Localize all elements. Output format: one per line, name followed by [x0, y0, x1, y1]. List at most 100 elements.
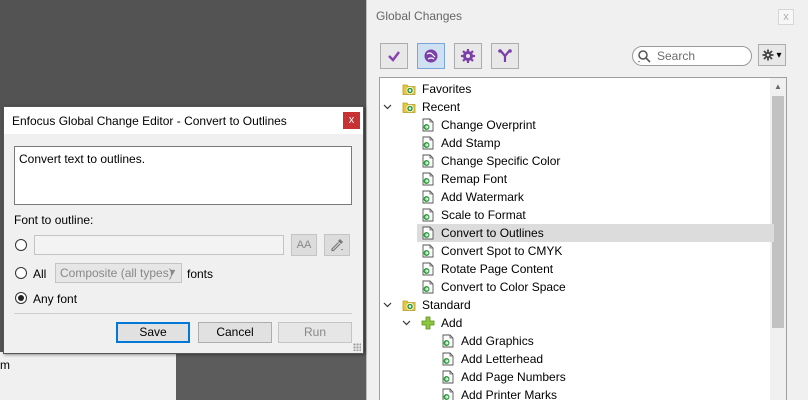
chevron-down-icon[interactable]: [382, 296, 392, 314]
font-type-select-value: Composite (all types): [60, 266, 173, 280]
tree-item[interactable]: Remap Font: [417, 170, 774, 188]
chevron-down-icon: ▼: [168, 267, 177, 277]
resize-grip[interactable]: [353, 343, 361, 351]
chevron-down-icon[interactable]: [382, 98, 392, 116]
action-icon: [421, 262, 435, 276]
tree-item-label: Favorites: [422, 82, 472, 96]
global-changes-panel: Global Changes x ▾ ▲ Favorites Recent Chan…: [366, 0, 808, 400]
merge-filter-button[interactable]: [491, 43, 519, 69]
action-icon: [441, 352, 455, 366]
tree-item[interactable]: Rotate Page Content: [417, 260, 774, 278]
tree-item-label: Add Page Numbers: [461, 370, 566, 384]
action-icon: [421, 208, 435, 222]
tree-item[interactable]: Convert Spot to CMYK: [417, 242, 774, 260]
tree-item[interactable]: Add Stamp: [417, 134, 774, 152]
specific-font-radio[interactable]: [15, 239, 27, 251]
tree-item[interactable]: Recent: [398, 98, 774, 116]
tree-item-label: Change Overprint: [441, 118, 536, 132]
tree-item[interactable]: Standard: [398, 296, 774, 314]
background-area: [176, 352, 366, 400]
checkmark-filter-button[interactable]: [380, 43, 408, 69]
chevron-down-icon[interactable]: [401, 314, 411, 332]
folder-icon: [402, 298, 416, 312]
tree-item-label: Add Letterhead: [461, 352, 544, 366]
tree-item[interactable]: Add Graphics: [437, 332, 774, 350]
background-document: m: [0, 352, 176, 400]
search-icon: [638, 50, 651, 63]
tree-item[interactable]: Add Page Numbers: [437, 368, 774, 386]
global-change-editor-dialog: Enfocus Global Change Editor - Convert t…: [3, 106, 364, 354]
tree-item[interactable]: Favorites: [398, 80, 774, 98]
fonts-label: fonts: [187, 267, 214, 281]
font-type-select[interactable]: Composite (all types) ▼: [55, 263, 182, 283]
font-picker-button[interactable]: AA: [291, 234, 317, 256]
tree-item-label: Add Stamp: [441, 136, 501, 150]
tree-item-label: Convert to Outlines: [441, 226, 544, 240]
cancel-button[interactable]: Cancel: [198, 322, 272, 343]
globe-filter-button[interactable]: [417, 43, 445, 69]
all-fonts-radio[interactable]: [15, 267, 27, 279]
tree-item-label: Remap Font: [441, 172, 508, 186]
tree-item-label: Add Printer Marks: [461, 388, 558, 400]
any-font-label: Any font: [33, 292, 78, 306]
tree-item[interactable]: Change Overprint: [417, 116, 774, 134]
panel-title: Global Changes: [376, 9, 463, 23]
tree-item[interactable]: Add Letterhead: [437, 350, 774, 368]
tree-item-label: Add: [441, 316, 463, 330]
tree-item[interactable]: Add Watermark: [417, 188, 774, 206]
any-font-radio[interactable]: [15, 292, 27, 304]
dialog-title: Enfocus Global Change Editor - Convert t…: [12, 114, 287, 128]
tree-item[interactable]: Convert to Outlines: [417, 224, 774, 242]
action-icon: [421, 226, 435, 240]
tree-item-label: Convert Spot to CMYK: [441, 244, 563, 258]
scroll-up-arrow-icon[interactable]: ▲: [773, 82, 783, 92]
tree-item[interactable]: Convert to Color Space: [417, 278, 774, 296]
action-icon: [441, 334, 455, 348]
font-picker-label: AA: [296, 239, 312, 251]
tree-item[interactable]: Change Specific Color: [417, 152, 774, 170]
action-icon: [421, 190, 435, 204]
action-icon: [421, 280, 435, 294]
action-icon: [421, 244, 435, 258]
search-field[interactable]: [632, 46, 752, 66]
font-name-input[interactable]: [34, 235, 284, 255]
tree-item-label: Standard: [422, 298, 471, 312]
tree-item-label: Scale to Format: [441, 208, 526, 222]
description-textarea[interactable]: Convert text to outlines.: [14, 146, 352, 205]
tree-item-label: Recent: [422, 100, 461, 114]
tree-item-label: Change Specific Color: [441, 154, 561, 168]
action-icon: [421, 136, 435, 150]
global-changes-tree[interactable]: ▲ Favorites Recent Change Overprint Add Sta…: [379, 77, 787, 400]
tree-item-label: Add Watermark: [441, 190, 524, 204]
all-label: All: [33, 267, 47, 281]
search-input[interactable]: [655, 48, 747, 64]
merge-icon: [498, 49, 512, 62]
tree-item-label: Convert to Color Space: [441, 280, 566, 294]
tree-item-label: Rotate Page Content: [441, 262, 554, 276]
gear-icon: [461, 49, 475, 63]
tree-item-label: Add Graphics: [461, 334, 534, 348]
settings-filter-button[interactable]: [454, 43, 482, 69]
tree-item[interactable]: Add Printer Marks: [437, 386, 774, 400]
action-icon: [421, 172, 435, 186]
options-menu-button[interactable]: ▾: [758, 44, 786, 66]
panel-close-button[interactable]: x: [778, 9, 794, 25]
tree-item[interactable]: Add: [417, 314, 774, 332]
save-button[interactable]: Save: [116, 322, 190, 343]
folder-icon: [402, 82, 416, 96]
action-icon: [421, 118, 435, 132]
dialog-divider: [14, 313, 352, 314]
dialog-close-button[interactable]: x: [343, 112, 360, 129]
run-button[interactable]: Run: [278, 322, 352, 343]
eyedropper-button[interactable]: [324, 234, 350, 256]
tree-item[interactable]: Scale to Format: [417, 206, 774, 224]
dialog-titlebar[interactable]: Enfocus Global Change Editor - Convert t…: [4, 107, 363, 134]
action-icon: [421, 154, 435, 168]
folder-icon: [402, 100, 416, 114]
background-text-fragment: m: [0, 358, 10, 372]
gear-icon: [762, 49, 774, 61]
font-to-outline-label: Font to outline:: [14, 213, 94, 227]
action-icon: [441, 388, 455, 400]
eyedropper-icon: [331, 239, 343, 252]
action-icon: [441, 370, 455, 384]
